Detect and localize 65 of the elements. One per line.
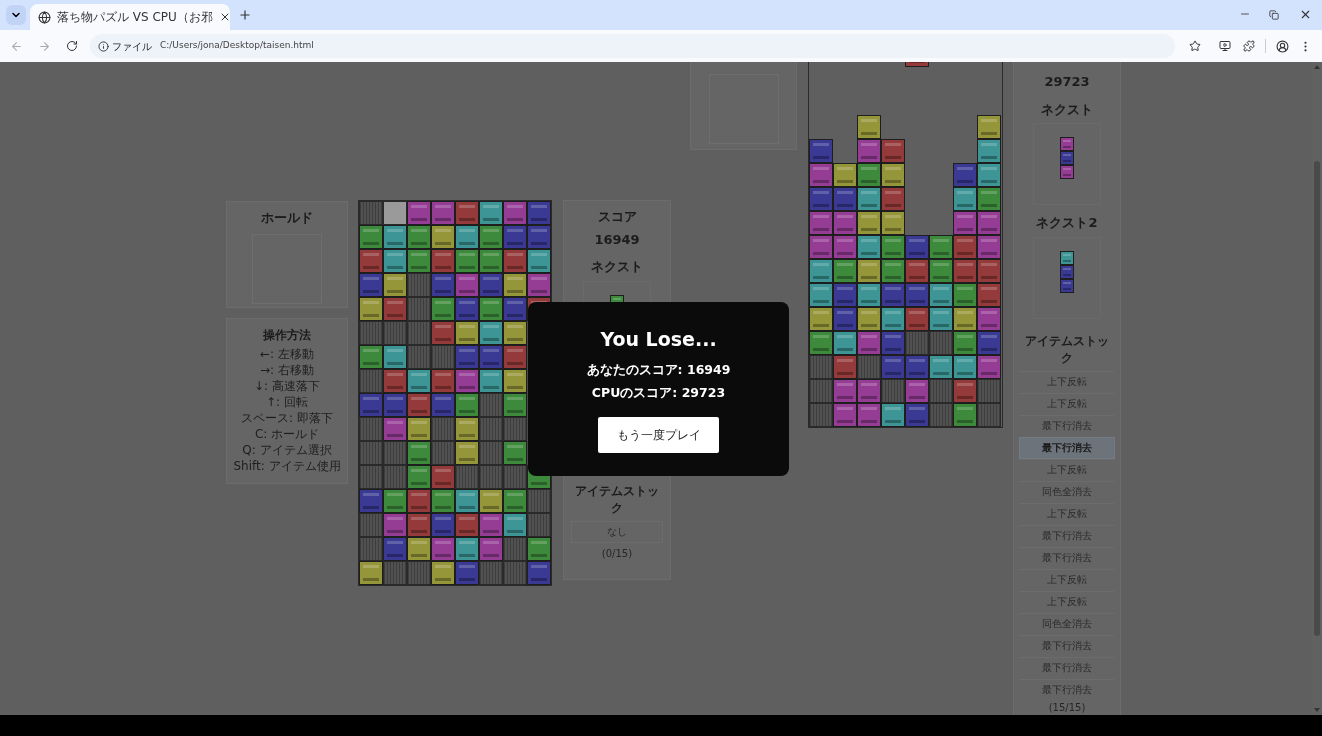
- garbage-block: [479, 465, 503, 489]
- url-text: C:/Users/jona/Desktop/taisen.html: [160, 39, 314, 53]
- next-label: ネクスト2: [1036, 214, 1098, 232]
- garbage-block: [503, 537, 527, 561]
- garbage-block: [431, 441, 455, 465]
- garbage-block: [929, 331, 953, 355]
- garbage-block: [383, 465, 407, 489]
- score-value: 16949: [594, 230, 640, 249]
- control-hint: C: ホールド: [254, 426, 320, 442]
- garbage-block: [479, 393, 503, 417]
- garbage-block: [383, 441, 407, 465]
- info-icon: [98, 40, 109, 52]
- garbage-block: [407, 297, 431, 321]
- dialog-title: You Lose...: [600, 327, 717, 352]
- garbage-block: [929, 379, 953, 403]
- site-info-chip[interactable]: ファイル: [96, 37, 154, 55]
- control-hint: ↑: 回転: [266, 394, 308, 410]
- control-hint: Shift: アイテム使用: [233, 458, 341, 474]
- item-stock-title: アイテムストック: [574, 482, 660, 517]
- garbage-block: [857, 355, 881, 379]
- extensions-icon[interactable]: [1243, 40, 1255, 52]
- controls-title: 操作方法: [263, 327, 311, 344]
- control-hint: ←: 左移動: [260, 346, 314, 362]
- garbage-block: [503, 465, 527, 489]
- score-result: CPUのスコア: 29723: [591, 384, 726, 403]
- score-value: 29723: [1044, 73, 1090, 91]
- control-hint: Q: アイテム選択: [242, 442, 332, 458]
- garbage-block: [407, 321, 431, 345]
- next-label: ネクスト: [591, 258, 643, 276]
- garbage-block: [503, 417, 527, 441]
- reload-icon[interactable]: [66, 40, 78, 52]
- new-tab-icon[interactable]: [238, 8, 252, 22]
- stock-count: (15/15): [1048, 701, 1086, 714]
- media-icon[interactable]: [1219, 40, 1231, 52]
- score-result: あなたのスコア: 16949: [586, 360, 731, 379]
- garbage-block: [431, 417, 455, 441]
- globe-icon: [38, 10, 51, 24]
- restore-icon[interactable]: [1269, 10, 1279, 20]
- hold-label: ホールド: [261, 209, 313, 227]
- address-bar[interactable]: ファイル C:/Users/jona/Desktop/taisen.html: [90, 34, 1175, 58]
- garbage-block: [479, 417, 503, 441]
- garbage-block: [407, 273, 431, 297]
- garbage-block: [431, 345, 455, 369]
- garbage-block: [479, 441, 503, 465]
- garbage-block: [407, 345, 431, 369]
- play-again-button[interactable]: もう一度プレイ: [598, 417, 719, 453]
- control-hint: スペース: 即落下: [241, 410, 333, 426]
- profile-icon[interactable]: [1276, 39, 1289, 53]
- star-icon[interactable]: [1189, 40, 1201, 52]
- close-window-icon[interactable]: [1299, 8, 1312, 21]
- browser-tab[interactable]: 落ち物パズル VS CPU（お邪: [30, 4, 230, 30]
- garbage-block: [383, 321, 407, 345]
- garbage-block: [905, 331, 929, 355]
- item-stock-title: アイテムストック: [1024, 332, 1110, 367]
- garbage-block: [881, 379, 905, 403]
- stock-count: (0/15): [601, 546, 633, 561]
- scrollbar[interactable]: [1312, 62, 1322, 715]
- control-hint: ↓: 高速落下: [254, 378, 320, 394]
- item-stock-entry[interactable]: 最下行消去: [1019, 436, 1115, 459]
- garbage-block: [455, 465, 479, 489]
- next-label: ネクスト: [1041, 100, 1093, 119]
- control-hint: →: 右移動: [260, 362, 314, 378]
- score-label: スコア: [597, 208, 637, 226]
- tab-list-button[interactable]: [6, 5, 26, 25]
- tab-title: 落ち物パズル VS CPU（お邪: [57, 9, 213, 26]
